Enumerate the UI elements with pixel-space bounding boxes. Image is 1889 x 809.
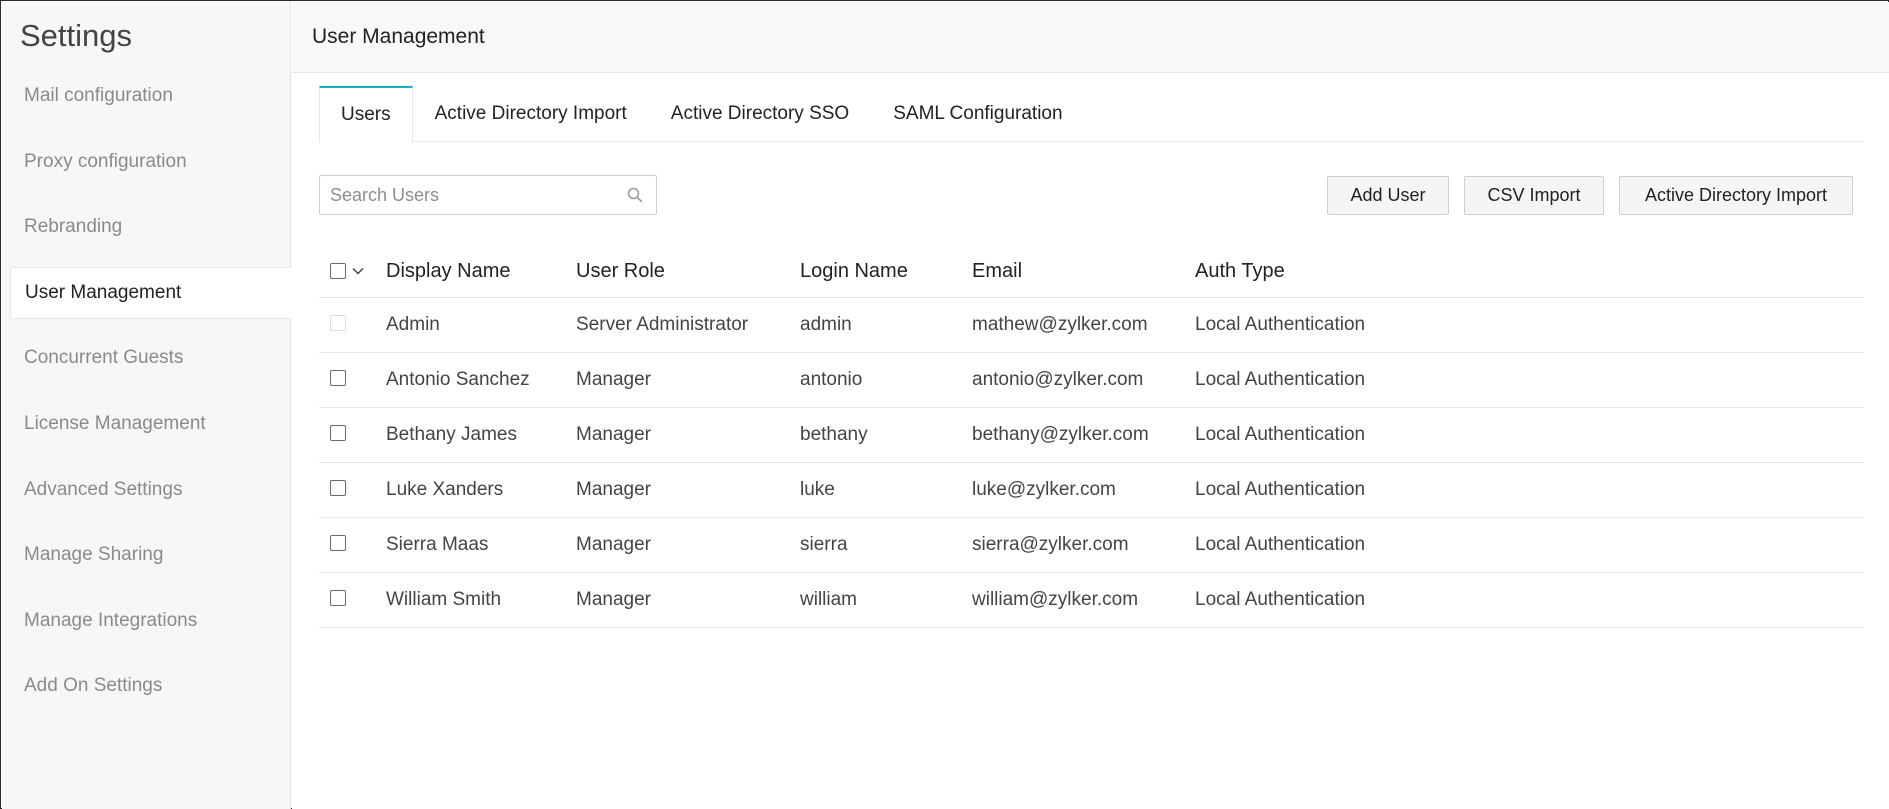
table-header: Display Name User Role Login Name Email … xyxy=(319,246,1864,298)
cell-email: sierra@zylker.com xyxy=(972,534,1129,555)
table-row[interactable]: Antonio Sanchez Manager antonio antonio@… xyxy=(319,353,1864,408)
app-window: Settings Mail configuration Proxy config… xyxy=(0,0,1889,809)
row-checkbox[interactable] xyxy=(330,425,346,441)
sidebar-nav: Mail configuration Proxy configuration R… xyxy=(2,70,291,726)
cell-email: mathew@zylker.com xyxy=(972,314,1148,335)
tab-active-directory-import[interactable]: Active Directory Import xyxy=(413,86,649,142)
cell-user-role: Manager xyxy=(576,369,651,390)
sidebar-item-mail-configuration[interactable]: Mail configuration xyxy=(2,70,291,122)
active-directory-import-button[interactable]: Active Directory Import xyxy=(1619,176,1853,215)
user-table-body: Admin Server Administrator admin mathew@… xyxy=(319,298,1864,628)
row-checkbox[interactable] xyxy=(330,535,346,551)
row-checkbox[interactable] xyxy=(330,480,346,496)
cell-display-name: William Smith xyxy=(386,589,502,610)
cell-login-name: antonio xyxy=(800,369,863,390)
sidebar-item-proxy-configuration[interactable]: Proxy configuration xyxy=(2,136,291,188)
cell-display-name: Luke Xanders xyxy=(386,479,504,500)
sidebar-item-manage-integrations[interactable]: Manage Integrations xyxy=(2,595,291,647)
table-row[interactable]: William Smith Manager william william@zy… xyxy=(319,573,1864,628)
page-title: User Management xyxy=(312,25,485,48)
select-all-checkbox[interactable] xyxy=(330,263,346,279)
row-checkbox[interactable] xyxy=(330,590,346,606)
table-row[interactable]: Luke Xanders Manager luke luke@zylker.co… xyxy=(319,463,1864,518)
cell-auth-type: Local Authentication xyxy=(1195,589,1366,610)
tab-bar: Users Active Directory Import Active Dir… xyxy=(319,86,1864,143)
column-header-user-role[interactable]: User Role xyxy=(576,260,665,283)
cell-email: bethany@zylker.com xyxy=(972,424,1149,445)
search-box xyxy=(319,175,657,215)
cell-display-name: Bethany James xyxy=(386,424,517,445)
cell-login-name: luke xyxy=(800,479,835,500)
cell-email: william@zylker.com xyxy=(972,589,1139,610)
row-checkbox[interactable] xyxy=(330,370,346,386)
table-row[interactable]: Admin Server Administrator admin mathew@… xyxy=(319,298,1864,353)
cell-display-name: Antonio Sanchez xyxy=(386,369,530,390)
tab-users[interactable]: Users xyxy=(319,86,413,143)
cell-auth-type: Local Authentication xyxy=(1195,424,1366,445)
column-header-display-name[interactable]: Display Name xyxy=(386,260,510,283)
sidebar-item-add-on-settings[interactable]: Add On Settings xyxy=(2,660,291,712)
tab-active-directory-sso[interactable]: Active Directory SSO xyxy=(649,86,871,142)
cell-user-role: Manager xyxy=(576,424,651,445)
column-header-auth-type[interactable]: Auth Type xyxy=(1195,260,1285,283)
cell-login-name: sierra xyxy=(800,534,848,555)
table-row[interactable]: Bethany James Manager bethany bethany@zy… xyxy=(319,408,1864,463)
cell-email: luke@zylker.com xyxy=(972,479,1116,500)
cell-auth-type: Local Authentication xyxy=(1195,534,1366,555)
cell-user-role: Manager xyxy=(576,534,651,555)
cell-user-role: Manager xyxy=(576,589,651,610)
column-header-login-name[interactable]: Login Name xyxy=(800,260,908,283)
cell-auth-type: Local Authentication xyxy=(1195,369,1366,390)
sidebar: Settings Mail configuration Proxy config… xyxy=(2,2,291,809)
cell-display-name: Sierra Maas xyxy=(386,534,489,555)
cell-login-name: bethany xyxy=(800,424,868,445)
sidebar-title: Settings xyxy=(20,18,133,53)
csv-import-button[interactable]: CSV Import xyxy=(1464,176,1604,215)
sidebar-item-advanced-settings[interactable]: Advanced Settings xyxy=(2,464,291,516)
chevron-down-icon[interactable] xyxy=(351,264,365,278)
sidebar-item-license-management[interactable]: License Management xyxy=(2,398,291,450)
table-row[interactable]: Sierra Maas Manager sierra sierra@zylker… xyxy=(319,518,1864,573)
sidebar-item-user-management[interactable]: User Management xyxy=(10,266,291,319)
add-user-button[interactable]: Add User xyxy=(1327,176,1449,215)
cell-user-role: Server Administrator xyxy=(576,314,749,335)
column-header-email[interactable]: Email xyxy=(972,260,1022,283)
search-icon[interactable] xyxy=(626,186,644,204)
sidebar-item-concurrent-guests[interactable]: Concurrent Guests xyxy=(2,332,291,384)
cell-auth-type: Local Authentication xyxy=(1195,314,1366,335)
main-header: User Management xyxy=(292,2,1889,73)
cell-login-name: admin xyxy=(800,314,852,335)
search-users-input[interactable] xyxy=(320,176,620,214)
cell-user-role: Manager xyxy=(576,479,651,500)
cell-auth-type: Local Authentication xyxy=(1195,479,1366,500)
cell-login-name: william xyxy=(800,589,857,610)
cell-display-name: Admin xyxy=(386,314,440,335)
main-panel: User Management Users Active Directory I… xyxy=(292,2,1889,809)
row-checkbox-disabled xyxy=(330,315,346,331)
tab-saml-configuration[interactable]: SAML Configuration xyxy=(871,86,1084,142)
sidebar-item-rebranding[interactable]: Rebranding xyxy=(2,201,291,253)
cell-email: antonio@zylker.com xyxy=(972,369,1144,390)
sidebar-item-manage-sharing[interactable]: Manage Sharing xyxy=(2,529,291,581)
